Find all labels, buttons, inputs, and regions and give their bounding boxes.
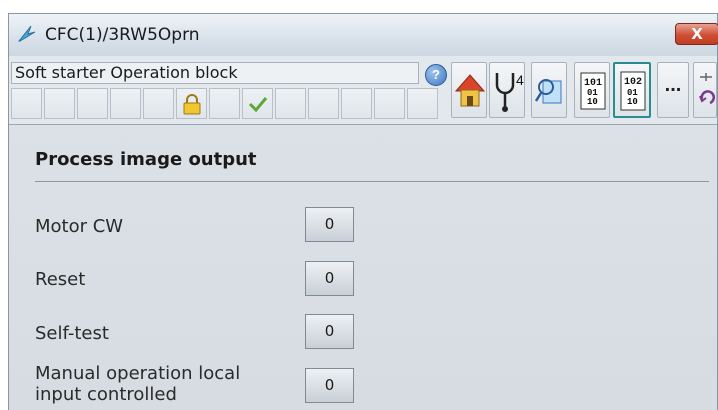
- close-icon: X: [691, 25, 703, 43]
- binary-view-1-button[interactable]: 101 01 10: [574, 62, 610, 118]
- status-slot: [209, 88, 240, 119]
- help-icon[interactable]: ?: [425, 64, 447, 86]
- more-button[interactable]: ...: [657, 62, 689, 118]
- svg-text:102: 102: [624, 77, 642, 88]
- search-button[interactable]: [531, 62, 567, 118]
- stethoscope-badge: 4: [516, 72, 524, 88]
- magnifier-icon: [534, 79, 562, 104]
- row-label-motor-cw: Motor CW: [35, 216, 124, 237]
- toolbar: Soft starter Operation block ? 4 101 01 …: [9, 56, 717, 125]
- app-icon: [17, 23, 37, 43]
- status-slot: [374, 88, 405, 119]
- status-slot-bar: [11, 88, 440, 119]
- status-slot: [275, 88, 306, 119]
- binary-101-icon: 101 01 10: [580, 72, 606, 110]
- section-divider: [35, 181, 709, 182]
- home-button[interactable]: [451, 62, 487, 118]
- title-bar: CFC(1)/3RW5Oprn X: [9, 14, 718, 57]
- status-slot-check[interactable]: [242, 88, 273, 119]
- side-tools-button[interactable]: [693, 62, 717, 118]
- lock-icon: [181, 93, 203, 120]
- svg-text:10: 10: [627, 97, 638, 107]
- status-slot: [308, 88, 339, 119]
- binary-view-2-button[interactable]: 102 01 10: [613, 62, 651, 118]
- close-button[interactable]: X: [675, 23, 718, 45]
- row-label-self-test: Self-test: [35, 323, 109, 344]
- stethoscope-icon: 4: [495, 72, 524, 112]
- status-slot: [341, 88, 372, 119]
- status-slot: [407, 88, 438, 119]
- process-image-output-panel: Process image output Motor CW 0 Reset 0 …: [9, 125, 717, 410]
- window-title: CFC(1)/3RW5Oprn: [45, 25, 200, 45]
- checkmark-icon: [247, 93, 269, 120]
- value-reset[interactable]: 0: [305, 261, 354, 296]
- binary-102-icon: 102 01 10: [620, 71, 646, 111]
- row-label-manual-operation: Manual operation local input controlled: [35, 363, 241, 405]
- home-icon: [454, 74, 486, 107]
- section-title: Process image output: [35, 149, 257, 170]
- undo-icon: [699, 73, 715, 105]
- svg-text:10: 10: [587, 97, 598, 107]
- status-slot: [77, 88, 108, 119]
- status-slot: [44, 88, 75, 119]
- status-slot-lock[interactable]: [176, 88, 207, 119]
- value-motor-cw[interactable]: 0: [305, 207, 354, 242]
- diagnostics-button[interactable]: 4: [489, 62, 525, 118]
- value-self-test[interactable]: 0: [305, 314, 354, 349]
- block-name-field: Soft starter Operation block: [11, 62, 419, 84]
- status-slot: [110, 88, 141, 119]
- row-label-reset: Reset: [35, 269, 86, 290]
- status-slot: [11, 88, 42, 119]
- more-icon: ...: [664, 74, 682, 96]
- value-manual-operation[interactable]: 0: [305, 368, 354, 403]
- faceplate-window: CFC(1)/3RW5Oprn X Soft starter Operation…: [8, 13, 718, 410]
- status-slot: [143, 88, 174, 119]
